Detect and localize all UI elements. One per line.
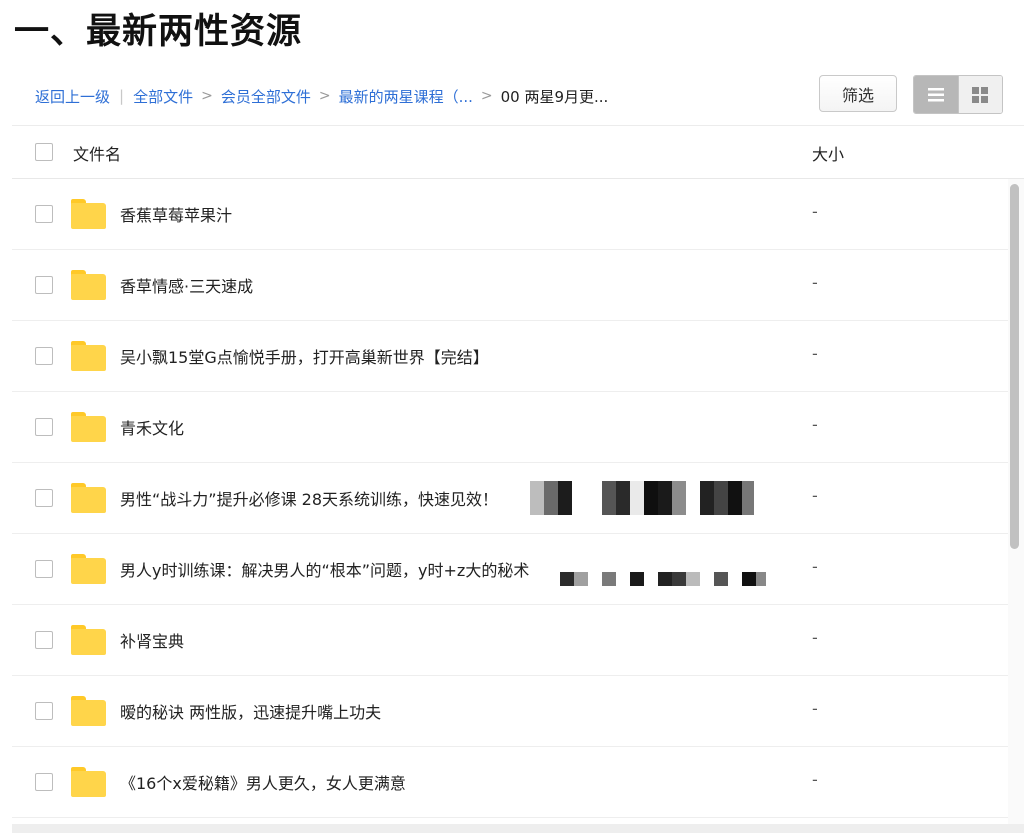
file-name[interactable]: 男性“战斗力”提升必修课 28天系统训练，快速见效！: [120, 486, 498, 510]
folder-icon: [71, 483, 106, 513]
file-name[interactable]: 男人y时训练课：解决男人的“根本”问题，y时+z大的秘术: [120, 557, 529, 581]
file-size: -: [812, 202, 818, 221]
page: 一、最新两性资源 返回上一级 | 全部文件 > 会员全部文件 > 最新的两星课程…: [0, 0, 1024, 833]
folder-icon: [71, 199, 106, 229]
file-list: 香蕉草莓苹果汁 - 香草情感·三天速成 - 吴小飘15堂G点愉悦手册，打开高巢新…: [12, 179, 1010, 818]
file-name[interactable]: 补肾宝典: [120, 628, 184, 652]
list-footer: [12, 824, 1024, 833]
back-link[interactable]: 返回上一级: [35, 86, 110, 107]
breadcrumb-all-files[interactable]: 全部文件: [133, 86, 193, 107]
folder-icon: [71, 696, 106, 726]
file-row[interactable]: 男人y时训练课：解决男人的“根本”问题，y时+z大的秘术 -: [12, 534, 1010, 605]
row-checkbox[interactable]: [35, 205, 53, 223]
file-size: -: [812, 557, 818, 576]
file-row[interactable]: 吴小飘15堂G点愉悦手册，打开高巢新世界【完结】 -: [12, 321, 1010, 392]
folder-icon: [71, 270, 106, 300]
breadcrumb-separator: >: [480, 88, 493, 104]
file-size: -: [812, 344, 818, 363]
row-checkbox[interactable]: [35, 773, 53, 791]
file-row[interactable]: 暧的秘诀 两性版，迅速提升嘴上功夫 -: [12, 676, 1010, 747]
page-title: 一、最新两性资源: [14, 12, 303, 52]
scrollbar-thumb[interactable]: [1010, 184, 1019, 549]
row-checkbox[interactable]: [35, 631, 53, 649]
view-toggle: [913, 75, 1003, 114]
file-name[interactable]: 青禾文化: [120, 415, 184, 439]
file-row[interactable]: 男性“战斗力”提升必修课 28天系统训练，快速见效！ -: [12, 463, 1010, 534]
column-header-size[interactable]: 大小: [812, 141, 844, 165]
folder-icon: [71, 412, 106, 442]
file-size: -: [812, 628, 818, 647]
breadcrumb-current: 00 两星9月更...: [500, 87, 609, 106]
breadcrumb-course-folder[interactable]: 最新的两星课程（...: [339, 86, 473, 107]
breadcrumb: 返回上一级 | 全部文件 > 会员全部文件 > 最新的两星课程（... > 00…: [35, 84, 608, 108]
file-size: -: [812, 699, 818, 718]
folder-icon: [71, 341, 106, 371]
redaction-mosaic: [560, 554, 766, 588]
list-view-button[interactable]: [914, 76, 958, 113]
breadcrumb-member-files[interactable]: 会员全部文件: [221, 86, 311, 107]
row-checkbox[interactable]: [35, 276, 53, 294]
row-checkbox[interactable]: [35, 489, 53, 507]
file-row[interactable]: 青禾文化 -: [12, 392, 1010, 463]
row-checkbox[interactable]: [35, 347, 53, 365]
file-name[interactable]: 吴小飘15堂G点愉悦手册，打开高巢新世界【完结】: [120, 344, 489, 368]
table-header: 文件名 大小: [12, 126, 1024, 179]
column-header-name[interactable]: 文件名: [73, 141, 121, 165]
file-size: -: [812, 486, 818, 505]
row-checkbox[interactable]: [35, 702, 53, 720]
file-row[interactable]: 香草情感·三天速成 -: [12, 250, 1010, 321]
redaction-mosaic: [530, 481, 754, 515]
file-size: -: [812, 770, 818, 789]
breadcrumb-divider: |: [119, 87, 125, 105]
folder-icon: [71, 767, 106, 797]
file-size: -: [812, 415, 818, 434]
grid-view-icon: [972, 86, 989, 103]
file-row[interactable]: 补肾宝典 -: [12, 605, 1010, 676]
file-size: -: [812, 273, 818, 292]
breadcrumb-separator: >: [318, 88, 331, 104]
filter-button[interactable]: 筛选: [819, 75, 897, 112]
row-checkbox[interactable]: [35, 418, 53, 436]
row-checkbox[interactable]: [35, 560, 53, 578]
file-name[interactable]: 暧的秘诀 两性版，迅速提升嘴上功夫: [120, 699, 381, 723]
list-view-icon: [927, 87, 944, 101]
file-name[interactable]: 香蕉草莓苹果汁: [120, 202, 232, 226]
file-row[interactable]: 香蕉草莓苹果汁 -: [12, 179, 1010, 250]
file-row[interactable]: 《16个x爱秘籍》男人更久，女人更满意 -: [12, 747, 1010, 818]
file-name[interactable]: 《16个x爱秘籍》男人更久，女人更满意: [120, 770, 406, 794]
select-all-checkbox[interactable]: [35, 143, 53, 161]
folder-icon: [71, 554, 106, 584]
grid-view-button[interactable]: [957, 76, 1002, 113]
file-name[interactable]: 香草情感·三天速成: [120, 273, 253, 297]
breadcrumb-separator: >: [201, 88, 213, 104]
folder-icon: [71, 625, 106, 655]
